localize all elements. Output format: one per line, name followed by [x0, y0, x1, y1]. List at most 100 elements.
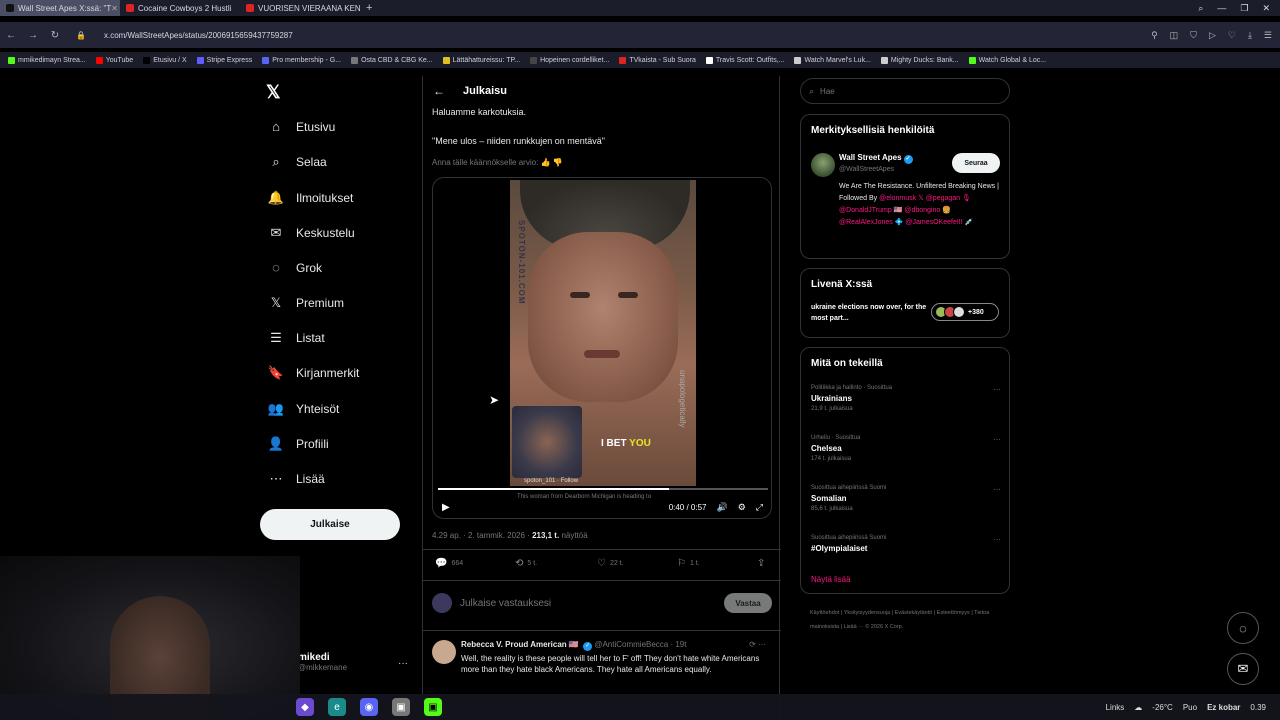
settings-gear-icon[interactable]: ⚙ [738, 502, 746, 513]
nav-item-explore[interactable]: ⌕ Selaa [266, 154, 326, 170]
comment-author[interactable]: Rebecca V. Proud American 🇺🇸 [461, 640, 579, 649]
reply-button[interactable]: Vastaa [724, 593, 772, 613]
bookmark-item[interactable]: Mighty Ducks: Bank... [880, 56, 959, 64]
post-button[interactable]: Julkaise [260, 509, 400, 540]
bookmark-item[interactable]: Pro membership - G... [262, 56, 341, 64]
search-icon[interactable]: ⌕ [1198, 3, 1203, 14]
app-icon[interactable]: ▣ [392, 698, 410, 716]
footer-links[interactable]: Käyttöehdot | Yksityisyydensuoja | Eväst… [810, 606, 1010, 634]
discord-icon[interactable]: ◉ [360, 698, 378, 716]
nav-item-home[interactable]: ⌂ Etusivu [266, 119, 335, 134]
nav-item-label: Ilmoitukset [296, 191, 354, 205]
more-icon[interactable]: ··· [993, 385, 1001, 394]
download-icon[interactable]: ⤓ [1248, 30, 1252, 41]
reload-icon[interactable]: ↻ [44, 30, 66, 41]
minimize-icon[interactable]: — [1217, 3, 1226, 14]
back-arrow-icon[interactable]: ← [433, 84, 445, 98]
nav-item-more[interactable]: ⋯ Lisää [266, 471, 325, 487]
app-icon[interactable]: ◆ [296, 698, 314, 716]
search-input[interactable] [820, 86, 991, 96]
bookmark-item[interactable]: mmikedimayn Strea... [8, 56, 86, 64]
post-timestamp[interactable]: 4.29 ap. · 2. tammik. 2026 · [432, 531, 530, 540]
camera-icon[interactable]: ◫ [1170, 30, 1179, 41]
bookmark-item[interactable]: Etusivu / X [143, 56, 187, 64]
more-icon[interactable]: ⟳ ··· [749, 640, 766, 649]
reply-input[interactable]: Julkaise vastauksesi [460, 598, 551, 609]
nav-item-notifications[interactable]: 🔔 Ilmoitukset [266, 190, 353, 206]
play-icon[interactable]: ▶ [442, 502, 450, 513]
url-field[interactable]: x.com/WallStreetApes/status/200691565943… [104, 31, 293, 40]
extension-icon[interactable]: ⚲ [1151, 30, 1158, 41]
trend-item[interactable]: Urheilu · Suosittua Chelsea 174 t. julkais… [811, 435, 1001, 462]
live-space-title[interactable]: ukraine elections now over, for the most… [811, 302, 929, 324]
video-progress-bar[interactable] [438, 488, 768, 490]
edge-browser-icon[interactable]: e [328, 698, 346, 716]
x-logo-icon[interactable]: 𝕏 [266, 82, 281, 103]
more-icon[interactable]: ··· [993, 435, 1001, 444]
profile-name[interactable]: Wall Street Apes ✓ [839, 153, 913, 164]
maximize-icon[interactable]: ❐ [1240, 3, 1248, 14]
bookmark-item[interactable]: Travis Scott: Outfits,... [705, 56, 784, 64]
lock-icon[interactable]: 🔒 [76, 31, 86, 40]
kick-icon[interactable]: ▣ [424, 698, 442, 716]
avatar[interactable] [432, 640, 456, 664]
heart-icon[interactable]: ♡ [1228, 30, 1236, 41]
forward-icon[interactable]: → [22, 30, 44, 41]
live-listeners[interactable]: +380 [931, 303, 999, 321]
more-icon[interactable]: ··· [993, 485, 1001, 494]
video-player[interactable]: SPOTON-101.COM unapologetically I BET YO… [432, 177, 772, 519]
account-switcher[interactable]: mikedi @mikkemane [298, 652, 347, 672]
more-icon[interactable]: ··· [993, 535, 1001, 544]
play-icon[interactable]: ▷ [1209, 30, 1216, 41]
grok-icon[interactable]: ◌ [1227, 612, 1259, 644]
thumbs-down-icon[interactable]: 👎 [553, 158, 563, 167]
links-toolbar[interactable]: Links [1106, 703, 1125, 712]
nav-item-messages[interactable]: ✉ Keskustelu [266, 225, 355, 241]
bookmark-item[interactable]: Watch Marvel's Luk... [794, 56, 871, 64]
like-action[interactable]: ♡ 22 t. [597, 558, 624, 569]
bookmark-label: TVkaista - Sub Suora [629, 56, 696, 64]
nav-item-lists[interactable]: ☰ Listat [266, 330, 325, 346]
weather-icon[interactable]: ☁ [1134, 703, 1142, 712]
reply-action[interactable]: 💬 664 [435, 558, 463, 569]
share-action[interactable]: ⇪ [757, 558, 765, 569]
nav-item-bookmarks[interactable]: 🔖 Kirjanmerkit [266, 365, 359, 381]
clock[interactable]: 0.39 [1250, 703, 1266, 712]
follow-button[interactable]: Seuraa [952, 153, 1000, 173]
fullscreen-icon[interactable]: ⤢ [756, 502, 763, 513]
video-frame[interactable]: SPOTON-101.COM unapologetically I BET YO… [510, 180, 696, 486]
bookmark-item[interactable]: TVkaista - Sub Suora [619, 56, 696, 64]
search-box[interactable]: ⌕ [800, 78, 1010, 104]
trend-item[interactable]: Suosittua aihepiirissä Suomi #Olympialais… [811, 535, 1001, 556]
bookmark-item[interactable]: Osta CBD & CBG Ke... [351, 56, 433, 64]
browser-tab-1[interactable]: Cocaine Cowboys 2 Hustli [120, 0, 240, 16]
nav-item-premium[interactable]: 𝕏 Premium [266, 295, 344, 311]
avatar[interactable] [811, 153, 835, 177]
close-window-icon[interactable]: ✕ [1262, 3, 1270, 14]
volume-icon[interactable]: 🔊 [717, 502, 728, 513]
messages-icon[interactable]: ✉ [1227, 653, 1259, 685]
bookmark-item[interactable]: Lättähattureissu: TP... [442, 56, 520, 64]
bookmark-item[interactable]: Watch Global & Loc... [968, 56, 1046, 64]
nav-item-grok[interactable]: ◌ Grok [266, 260, 322, 275]
trend-item[interactable]: Politiikka ja hallinto · Suosittua Ukrain… [811, 385, 1001, 412]
shield-icon[interactable]: ⛉ [1190, 30, 1197, 41]
repost-action[interactable]: ⟲ 5 t. [515, 558, 537, 569]
bookmark-action[interactable]: ⚐ 1 t. [677, 558, 700, 569]
nav-item-profile[interactable]: 👤 Profiili [266, 436, 329, 452]
close-tab-icon[interactable]: ✕ [111, 4, 118, 13]
browser-tab-2[interactable]: VUORISEN VIERAANA KEN [240, 0, 360, 16]
more-icon[interactable]: ··· [398, 658, 408, 669]
bookmark-item[interactable]: YouTube [95, 56, 133, 64]
back-icon[interactable]: ← [0, 30, 22, 41]
bookmark-item[interactable]: Hopeinen cordelliket... [530, 56, 609, 64]
new-tab-button[interactable]: + [360, 2, 378, 14]
weather-temp[interactable]: -26°C [1152, 703, 1173, 712]
bookmark-item[interactable]: Stripe Express [196, 56, 252, 64]
browser-tab-0[interactable]: Wall Street Apes X:ssä: "T ✕ [0, 0, 120, 16]
thumbs-up-icon[interactable]: 👍 [541, 158, 551, 167]
show-more-link[interactable]: Näytä lisää [811, 575, 851, 584]
nav-item-communities[interactable]: 👥 Yhteisöt [266, 401, 339, 417]
trend-item[interactable]: Suosittua aihepiirissä Suomi Somalian 85,6… [811, 485, 1001, 512]
menu-icon[interactable]: ☰ [1264, 30, 1272, 41]
